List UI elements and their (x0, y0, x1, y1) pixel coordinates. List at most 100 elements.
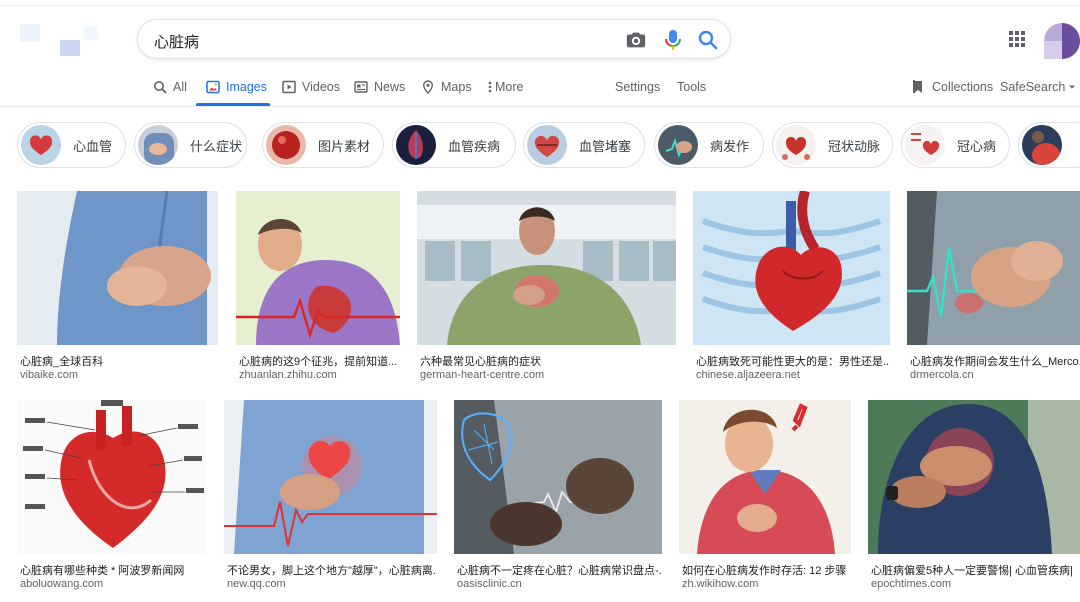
apps-grid-icon[interactable] (1008, 30, 1026, 48)
tab-label: Maps (441, 80, 472, 94)
result-thumbnail[interactable] (417, 191, 676, 345)
image-result[interactable]: 心脏病_全球百科 vibaike.com (17, 191, 218, 386)
image-result[interactable]: 心脏病的这9个征兆，提前知道... zhuanlan.zhihu.com (236, 191, 400, 386)
image-icon (206, 80, 220, 94)
collections-link[interactable]: Collections (912, 79, 993, 95)
search-icon[interactable] (696, 28, 720, 52)
map-pin-icon (421, 80, 435, 94)
image-result[interactable]: 不论男女，脚上这个地方"越厚"，心脏病离... new.qq.com (224, 400, 437, 595)
search-box[interactable]: 心脏病 (137, 19, 731, 59)
tab-videos[interactable]: Videos (282, 79, 340, 95)
news-icon (354, 80, 368, 94)
result-source: vibaike.com (20, 369, 79, 381)
result-title[interactable]: 心脏病偏爱5种人一定要警惕| 心血管疾病| (871, 562, 1080, 578)
tab-label: Images (226, 80, 267, 94)
result-thumbnail[interactable] (17, 400, 206, 554)
header-divider (0, 106, 1080, 107)
image-result[interactable]: 心脏病偏爱5种人一定要警惕| 心血管疾病| epochtimes.com (868, 400, 1080, 595)
image-result[interactable]: 如何在心脏病发作时存活: 12 步骤 zh.wikihow.com (679, 400, 851, 595)
caret-down-icon (1068, 80, 1076, 94)
tab-all[interactable]: All (153, 79, 187, 95)
result-source: drmercola.cn (910, 369, 974, 381)
result-thumbnail[interactable] (679, 400, 851, 554)
result-title[interactable]: 六种最常见心脏病的症状 (420, 353, 670, 369)
result-title[interactable]: 心脏病发作期间会发生什么_Merco... (910, 353, 1080, 369)
image-result[interactable]: 心脏病发作期间会发生什么_Merco... drmercola.cn (907, 191, 1080, 386)
result-thumbnail[interactable] (868, 400, 1080, 554)
result-title[interactable]: 如何在心脏病发作时存活: 12 步骤 (682, 562, 851, 578)
tab-news[interactable]: News (354, 79, 405, 95)
chip-item[interactable]: 病发作 (654, 122, 764, 168)
chip-label: 冠状动脉 (828, 138, 881, 154)
chip-label: 什么症状 (190, 138, 243, 154)
result-thumbnail[interactable] (224, 400, 437, 554)
result-title[interactable]: 心脏病有哪些种类 * 阿波罗新闻网 (20, 562, 206, 578)
result-title[interactable]: 心脏病的这9个征兆，提前知道... (239, 353, 401, 369)
chip-thumbnail (905, 125, 945, 165)
settings-label: Settings (615, 80, 661, 94)
chip-item[interactable]: 图片素材 (262, 122, 384, 168)
chip-item[interactable]: 血管堵塞 (523, 122, 645, 168)
tab-label: News (374, 80, 406, 94)
settings-link[interactable]: Settings (615, 79, 660, 95)
chip-item[interactable]: 心血管 (17, 122, 126, 168)
chip-thumbnail (138, 125, 178, 165)
result-title[interactable]: 心脏病_全球百科 (20, 353, 218, 369)
result-thumbnail[interactable] (236, 191, 400, 345)
microphone-icon[interactable] (663, 28, 683, 52)
chip-thumbnail (396, 125, 436, 165)
result-source: zh.wikihow.com (682, 578, 759, 590)
result-thumbnail[interactable] (907, 191, 1080, 345)
result-source: epochtimes.com (871, 578, 952, 590)
tab-label: Videos (302, 80, 340, 94)
result-title[interactable]: 心脏病致死可能性更大的是：男性还是... (696, 353, 890, 369)
chip-label: 图片素材 (318, 138, 371, 154)
image-result[interactable]: 心脏病有哪些种类 * 阿波罗新闻网 aboluowang.com (17, 400, 206, 595)
result-thumbnail[interactable] (17, 191, 218, 345)
result-title[interactable]: 不论男女，脚上这个地方"越厚"，心脏病离... (227, 562, 437, 578)
chip-thumbnail (21, 125, 61, 165)
chip-thumbnail (1022, 125, 1062, 165)
camera-icon[interactable] (625, 29, 647, 51)
chip-item[interactable]: 冠状动脉 (772, 122, 893, 168)
result-source: oasisclinic.cn (457, 578, 522, 590)
bookmark-icon (912, 80, 926, 94)
tab-more[interactable]: More (488, 79, 523, 95)
chip-item[interactable]: 什么症状 (134, 122, 247, 168)
chip-thumbnail (266, 125, 306, 165)
search-input[interactable]: 心脏病 (154, 31, 199, 52)
chip-thumbnail (658, 125, 698, 165)
image-result[interactable]: 心脏病不一定疼在心脏？心脏病常识盘点-... oasisclinic.cn (454, 400, 662, 595)
account-avatar[interactable] (1044, 22, 1080, 60)
tools-link[interactable]: Tools (677, 79, 706, 95)
collections-label: Collections (932, 80, 994, 94)
image-result[interactable]: 心脏病致死可能性更大的是：男性还是... chinese.aljazeera.n… (693, 191, 890, 386)
chip-item[interactable]: 冠心病 (901, 122, 1010, 168)
safesearch-label: SafeSearch (1000, 80, 1066, 94)
result-source: german-heart-centre.com (420, 369, 545, 381)
tab-maps[interactable]: Maps (421, 79, 472, 95)
chip-label: 血管堵塞 (579, 138, 632, 154)
result-source: new.qq.com (227, 578, 286, 590)
tab-images[interactable]: Images (206, 79, 267, 95)
result-thumbnail[interactable] (454, 400, 662, 554)
related-searches: 心血管 什么症状 图片素材 血管疾病 血管堵塞 病发作 冠状动脉 冠心病 (0, 118, 1080, 172)
result-thumbnail[interactable] (693, 191, 890, 345)
chip-label: 病发作 (710, 138, 750, 154)
result-title[interactable]: 心脏病不一定疼在心脏？心脏病常识盘点-... (457, 562, 662, 578)
chip-label: 心血管 (73, 138, 113, 154)
image-result[interactable]: 六种最常见心脏病的症状 german-heart-centre.com (417, 191, 676, 386)
chip-item[interactable]: 血管疾病 (392, 122, 516, 168)
more-vert-icon (488, 80, 492, 94)
search-icon (153, 80, 167, 94)
tools-label: Tools (677, 80, 707, 94)
google-logo[interactable] (18, 22, 102, 58)
search-tabs: All Images Videos News Maps More Setting… (0, 74, 1080, 106)
tab-label: More (495, 80, 524, 94)
result-source: zhuanlan.zhihu.com (239, 369, 337, 381)
chip-thumbnail (527, 125, 567, 165)
chip-label: 血管疾病 (448, 138, 501, 154)
safesearch-dropdown[interactable]: SafeSearch (1000, 79, 1076, 95)
chip-item[interactable] (1018, 122, 1080, 168)
chip-label: 冠心病 (957, 138, 997, 154)
